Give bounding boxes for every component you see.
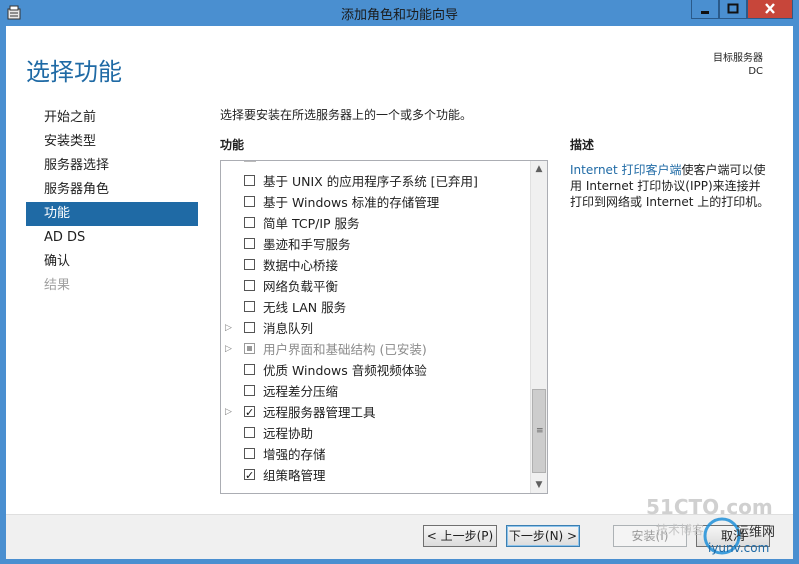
nav-step-confirmation[interactable]: 确认	[26, 250, 198, 274]
feature-checkbox[interactable]	[244, 301, 255, 312]
feature-row[interactable]: 基于 Windows 标准的存储管理	[221, 192, 527, 213]
description-link[interactable]: Internet 打印客户端	[570, 163, 681, 177]
nav-step-server-selection[interactable]: 服务器选择	[26, 154, 198, 178]
nav-step-features[interactable]: 功能	[26, 202, 198, 226]
feature-checkbox[interactable]	[244, 196, 255, 207]
grip-icon: ≡	[536, 426, 544, 436]
feature-row[interactable]: 基于 UNIX 的应用程序子系统 [已弃用]	[221, 171, 527, 192]
feature-checkbox[interactable]	[244, 217, 255, 228]
feature-label: 基于 Windows 标准的存储管理	[263, 195, 440, 210]
expand-arrow-icon[interactable]: ▷	[225, 318, 235, 339]
feature-row[interactable]: 数据中心桥接	[221, 255, 527, 276]
feature-label: 无线 LAN 服务	[263, 300, 347, 315]
wizard-client-area: 选择功能 目标服务器 DC 开始之前 安装类型 服务器选择 服务器角色 功能 A…	[6, 26, 793, 559]
wizard-window: 添加角色和功能向导 选择功能 目标服务器 DC 开始之前 安装类型 服务器选择 …	[0, 0, 799, 564]
feature-checkbox[interactable]	[244, 259, 255, 270]
feature-row[interactable]: 组策略管理	[221, 465, 527, 486]
target-server-label: 目标服务器	[713, 53, 763, 64]
feature-checkbox[interactable]	[244, 448, 255, 459]
maximize-button[interactable]	[719, 0, 747, 19]
feature-checkbox[interactable]	[244, 402, 255, 423]
minimize-button[interactable]	[691, 0, 719, 19]
next-button[interactable]: 下一步(N) >	[506, 525, 580, 547]
scroll-down-arrow-icon[interactable]: ▼	[531, 477, 547, 493]
title-bar[interactable]: 添加角色和功能向导	[0, 0, 799, 26]
feature-row[interactable]: 网络负载平衡	[221, 276, 527, 297]
feature-label: 增强的存储	[263, 447, 326, 462]
description-text: Internet 打印客户端使客户端可以使用 Internet 打印协议(IPP…	[570, 162, 770, 210]
feature-label: 数据中心桥接	[263, 258, 339, 273]
feature-checkbox[interactable]	[244, 175, 255, 186]
feature-label: 墨迹和手写服务	[263, 237, 351, 252]
feature-label: 网络负载平衡	[263, 279, 339, 294]
feature-label: 远程服务器管理工具	[263, 405, 376, 420]
feature-row[interactable]: 墨迹和手写服务	[221, 234, 527, 255]
feature-row[interactable]: 远程协助	[221, 423, 527, 444]
previous-button[interactable]: < 上一步(P)	[423, 525, 497, 547]
page-title: 选择功能	[26, 58, 122, 86]
feature-checkbox[interactable]	[244, 385, 255, 396]
description-header: 描述	[570, 138, 595, 152]
expand-arrow-icon[interactable]: ▷	[225, 402, 235, 423]
window-title: 添加角色和功能向导	[340, 8, 458, 23]
feature-label: 远程差分压缩	[263, 384, 339, 399]
feature-label: 组策略管理	[263, 468, 326, 483]
feature-row[interactable]: 简单 TCP/IP 服务	[221, 213, 527, 234]
feature-row[interactable]: 增强的存储	[221, 444, 527, 465]
feature-checkbox[interactable]	[244, 427, 255, 438]
nav-step-before-you-begin[interactable]: 开始之前	[26, 106, 198, 130]
minimize-icon	[701, 11, 709, 14]
close-icon	[765, 3, 775, 14]
feature-row[interactable]: 优质 Windows 音频视频体验	[221, 360, 527, 381]
feature-checkbox[interactable]	[244, 280, 255, 291]
feature-row[interactable]: 远程差分压缩	[221, 381, 527, 402]
install-button: 安装(I)	[613, 525, 687, 547]
expand-arrow-icon[interactable]: ▷	[225, 339, 235, 360]
feature-label: 基于 UNIX 的应用程序子系统 [已弃用]	[263, 174, 478, 189]
nav-step-installation-type[interactable]: 安装类型	[26, 130, 198, 154]
features-header: 功能	[220, 138, 245, 152]
feature-label: 用户界面和基础结构 (已安装)	[263, 342, 427, 357]
feature-row[interactable]: 无线 LAN 服务	[221, 297, 527, 318]
scroll-thumb[interactable]: ≡	[532, 389, 546, 473]
feature-checkbox[interactable]	[244, 322, 255, 333]
target-server-name: DC	[748, 66, 763, 77]
intro-text: 选择要安装在所选服务器上的一个或多个功能。	[220, 108, 473, 122]
feature-row[interactable]: ▷ 消息队列	[221, 318, 527, 339]
target-server-block: 目标服务器 DC	[713, 52, 763, 78]
feature-checkbox[interactable]	[244, 465, 255, 486]
feature-label: 优质 Windows 音频视频体验	[263, 363, 427, 378]
feature-label: 远程协助	[263, 426, 314, 441]
feature-label: 消息队列	[263, 321, 314, 336]
nav-step-results: 结果	[44, 278, 71, 293]
wizard-steps-nav: 开始之前 安装类型 服务器选择 服务器角色 功能 AD DS 确认 结果	[26, 106, 198, 298]
feature-label: 简单 TCP/IP 服务	[263, 216, 360, 231]
feature-checkbox[interactable]	[244, 238, 255, 249]
maximize-icon	[727, 3, 739, 14]
features-list[interactable]: 基于 UNIX 的应用程序子系统 [已弃用] 基于 Windows 标准的存储管理…	[220, 160, 548, 494]
feature-checkbox	[244, 343, 255, 354]
features-scrollbar[interactable]: ▲ ≡ ▼	[530, 161, 547, 493]
clipped-row-edge	[244, 161, 256, 164]
feature-checkbox[interactable]	[244, 364, 255, 375]
cancel-button[interactable]: 取消	[696, 525, 770, 547]
feature-row[interactable]: ▷ 用户界面和基础结构 (已安装)	[221, 339, 527, 360]
feature-row[interactable]: ▷ 远程服务器管理工具	[221, 402, 527, 423]
scroll-up-arrow-icon[interactable]: ▲	[531, 161, 547, 177]
wizard-footer: < 上一步(P) 下一步(N) > 安装(I) 取消	[6, 514, 793, 559]
nav-step-server-roles[interactable]: 服务器角色	[26, 178, 198, 202]
nav-step-ad-ds[interactable]: AD DS	[26, 226, 198, 250]
close-button[interactable]	[747, 0, 793, 19]
